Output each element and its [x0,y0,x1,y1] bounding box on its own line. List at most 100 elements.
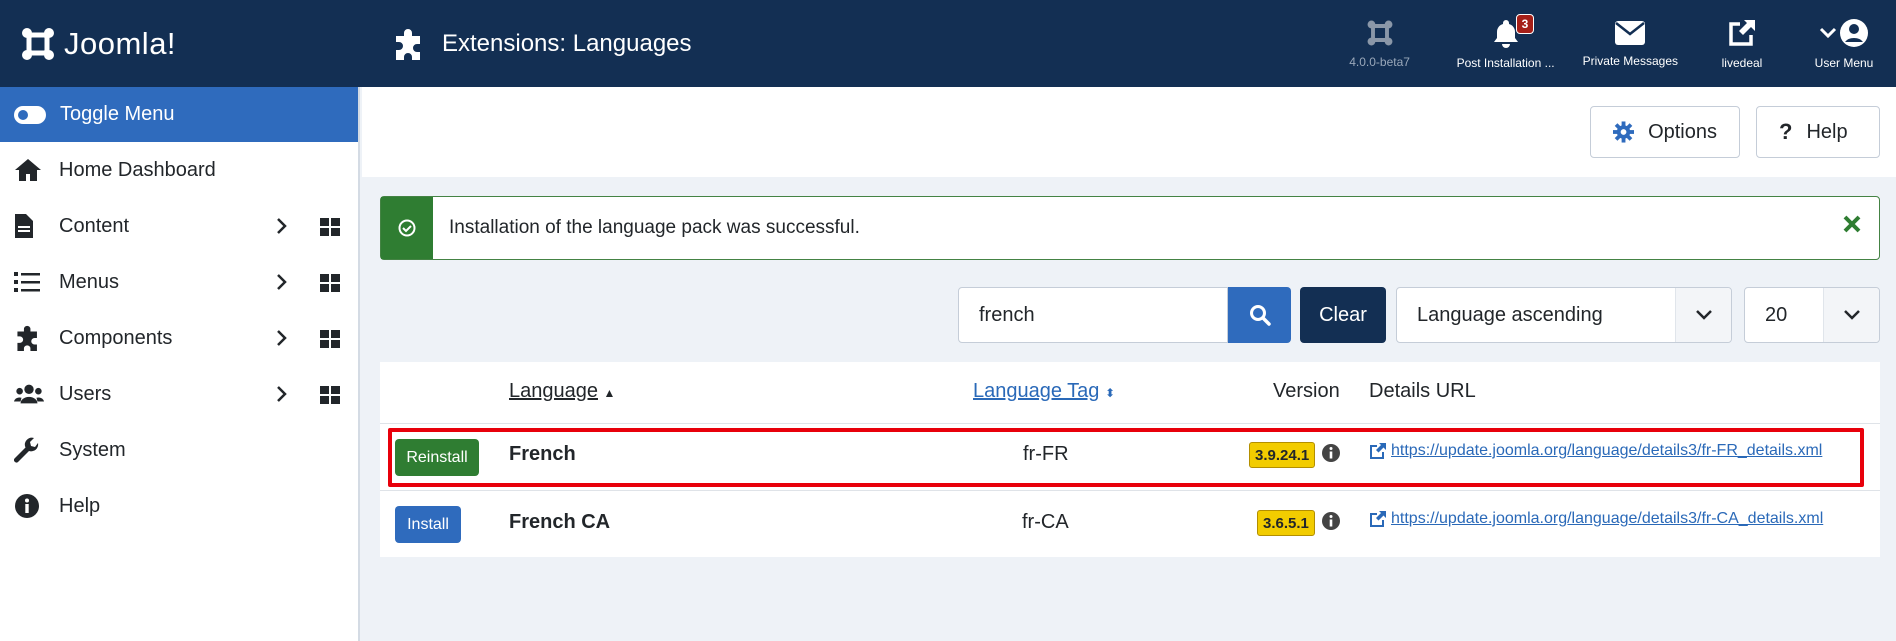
version-badge: 3.9.24.1 [1249,442,1316,468]
chevron-right-icon[interactable] [276,217,288,235]
site-link-label: livedeal [1721,55,1763,70]
toggle-menu-label: Toggle Menu [60,103,175,125]
list-icon [14,272,40,292]
dashboard-grid-icon[interactable] [320,218,340,236]
page-title: Extensions: Languages [442,29,692,57]
chevron-down-icon [1843,310,1860,320]
clear-button[interactable]: Clear [1300,287,1386,343]
sidebar: Toggle Menu Home Dashboard Content Menus… [0,87,360,641]
chevron-down-icon [1819,27,1837,38]
private-messages-item[interactable]: Private Messages [1569,0,1692,87]
sidebar-item-components[interactable]: Components [0,310,358,366]
sidebar-item-label: Content [59,214,130,237]
file-icon [15,214,33,238]
success-alert: Installation of the language pack was su… [380,196,1880,260]
toolbar: Options ? Help [362,87,1896,177]
close-icon[interactable] [1841,213,1863,235]
header: Joomla! Extensions: Languages 4.0.0-beta… [0,0,1896,87]
notification-badge: 3 [1515,14,1535,34]
language-tag: fr-FR [1023,443,1069,465]
home-icon [15,159,41,181]
help-button[interactable]: ? Help [1756,106,1880,158]
tag-sort-link[interactable]: Language Tag [973,380,1099,402]
post-installation-label: Post Installation ... [1456,55,1555,70]
language-name: French CA [509,511,611,533]
info-icon[interactable] [1321,443,1341,463]
puzzle-icon [17,325,37,351]
chevron-right-icon[interactable] [276,385,288,403]
toggle-switch-icon [14,105,46,124]
joomla-logo-icon [22,27,54,60]
version-item[interactable]: 4.0.0-beta7 [1317,0,1443,87]
check-circle-icon [398,219,416,237]
external-link-icon [1370,443,1386,459]
private-messages-label: Private Messages [1582,53,1678,68]
details-url-text: https://update.joomla.org/language/detai… [1391,510,1824,527]
sort-select[interactable]: Language ascending [1396,287,1732,343]
divider [380,423,1880,424]
joomla-icon [1367,20,1393,45]
info-icon[interactable] [1321,511,1341,531]
sort-select-value: Language ascending [1417,303,1603,326]
user-menu-label: User Menu [1814,55,1874,70]
sidebar-item-label: System [59,438,126,461]
alert-message: Installation of the language pack was su… [449,217,860,238]
sidebar-item-users[interactable]: Users [0,366,358,422]
sidebar-item-help[interactable]: Help [0,478,358,534]
user-icon [1840,18,1868,47]
search-button[interactable] [1228,287,1291,343]
joomla-logo[interactable]: Joomla! [0,0,360,87]
dashboard-grid-icon[interactable] [320,274,340,292]
language-name: French [509,443,576,465]
external-link-icon [1370,511,1386,527]
divider [380,490,1880,491]
dashboard-grid-icon[interactable] [320,386,340,404]
sidebar-item-system[interactable]: System [0,422,358,478]
dashboard-grid-icon[interactable] [320,330,340,348]
site-link-item[interactable]: livedeal [1692,0,1792,87]
version-badge: 3.6.5.1 [1257,510,1315,536]
wrench-icon [14,437,39,463]
user-menu-item[interactable]: User Menu [1792,0,1896,87]
sidebar-item-label: Help [59,494,101,517]
chevron-right-icon[interactable] [276,329,288,347]
details-url-link[interactable]: https://update.joomla.org/language/detai… [1369,510,1823,528]
gear-icon [1613,121,1635,143]
languages-table: Language ▲ Language Tag ⬍ Version Detail… [380,362,1880,557]
reinstall-button[interactable]: Reinstall [395,439,479,476]
column-header-version: Version [1273,380,1340,402]
chevron-right-icon[interactable] [276,273,288,291]
post-installation-item[interactable]: 3 Post Installation ... [1443,0,1569,87]
options-label: Options [1648,120,1717,143]
sidebar-item-content[interactable]: Content [0,198,358,254]
search-icon [1249,305,1271,326]
sidebar-item-menus[interactable]: Menus [0,254,358,310]
options-button[interactable]: Options [1590,106,1740,158]
column-header-details-url: Details URL [1369,380,1476,402]
install-button[interactable]: Install [395,506,461,543]
toggle-menu-button[interactable]: Toggle Menu [0,87,358,142]
sidebar-item-label: Home Dashboard [59,158,216,181]
sidebar-item-home-dashboard[interactable]: Home Dashboard [0,142,358,198]
sidebar-item-label: Users [59,382,112,405]
details-url-link[interactable]: https://update.joomla.org/language/detai… [1369,442,1822,460]
sort-asc-icon: ▲ [603,386,616,400]
version-label: 4.0.0-beta7 [1349,54,1410,69]
column-header-language[interactable]: Language ▲ [509,380,615,403]
search-input[interactable] [958,287,1228,343]
language-tag: fr-CA [1022,511,1069,533]
users-icon [14,384,44,404]
info-icon [15,494,39,518]
column-header-tag[interactable]: Language Tag ⬍ [973,380,1115,403]
help-label: Help [1806,120,1848,143]
external-link-icon [1729,19,1755,46]
chevron-down-icon [1695,310,1712,320]
sidebar-item-label: Menus [59,270,120,293]
language-sort-link[interactable]: Language [509,380,598,402]
limit-select-value: 20 [1765,303,1788,326]
sort-icon: ⬍ [1105,386,1116,400]
question-icon: ? [1779,119,1793,144]
details-url-text: https://update.joomla.org/language/detai… [1391,442,1823,459]
limit-select[interactable]: 20 [1744,287,1880,343]
envelope-icon [1615,20,1646,45]
